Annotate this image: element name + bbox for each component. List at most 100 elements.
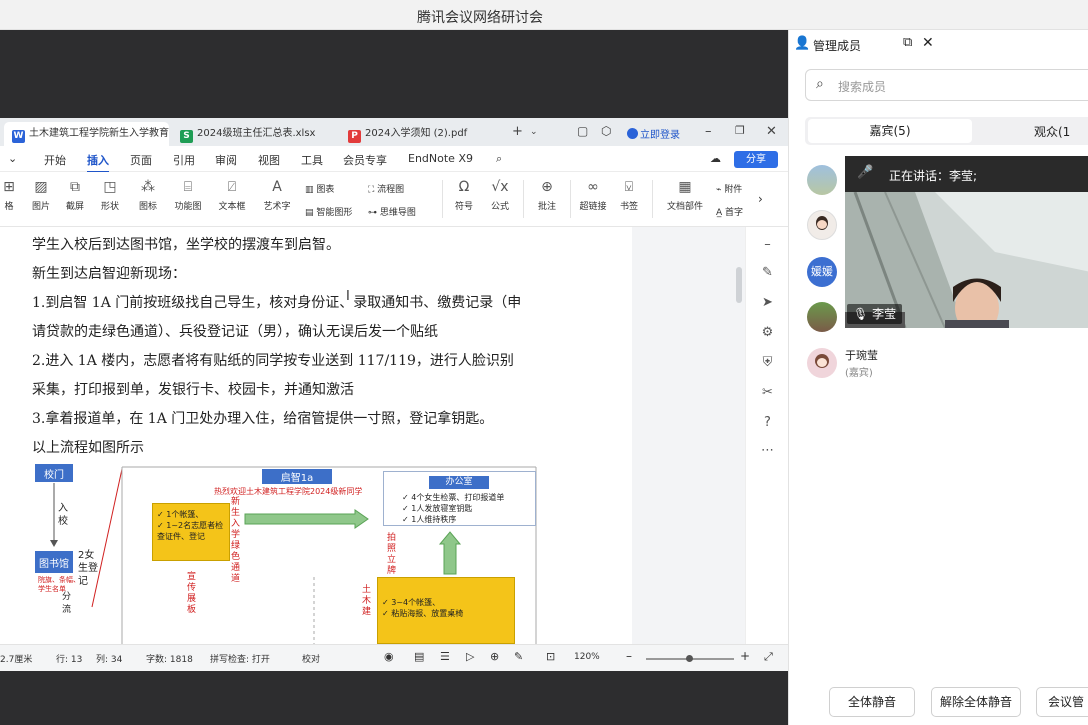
status-words[interactable]: 字数: 1818 [146,652,193,665]
tab-guests[interactable]: 嘉宾(5) [808,119,972,143]
menu-start[interactable]: 开始 [44,152,66,168]
attachment-tool[interactable]: ⌁ 附件 [716,182,742,195]
web-view-icon[interactable]: ⊕ [490,650,499,663]
art-text-tool[interactable]: A 艺术字 [257,172,297,212]
unmute-all-button[interactable]: 解除全体静音 [931,687,1021,717]
zoom-slider[interactable] [646,655,734,662]
speaker-video[interactable]: 🎤 正在讲话：李莹; 🎙 李莹 [845,156,1088,328]
menu-review[interactable]: 审阅 [215,152,237,168]
scrollbar-thumb[interactable] [736,267,742,303]
tab-xlsx[interactable]: S 2024级班主任汇总表.xlsx [172,122,332,146]
search-icon: ⌕ [816,76,824,92]
tab-audience[interactable]: 观众(1 [1034,123,1070,140]
flowchart-library: 图书馆 [35,551,73,573]
layout-icon[interactable]: ▢ [577,124,588,138]
flowchart-office-title: 办公室 [429,476,489,489]
menu-reference[interactable]: 引用 [173,152,195,168]
status-spellcheck[interactable]: 拼写检查: 打开 [210,652,270,665]
icon-tool[interactable]: ⁂ 图标 [134,172,162,212]
avatar[interactable] [807,210,837,240]
panel-title: 管理成员 [813,39,862,53]
settings-sliders-icon[interactable]: ⚙ [759,325,776,340]
textbox-tool[interactable]: ⍁ 文本框 [212,172,252,212]
zoom-out-icon[interactable]: – [626,649,632,663]
status-row: 行: 13 [56,655,83,665]
flowchart-tool[interactable]: ⛶ 流程图 [368,182,404,195]
close-icon[interactable]: ✕ [766,124,777,139]
chart-tool[interactable]: ▥ 图表 [305,182,334,195]
popout-icon[interactable]: ⧉ [903,35,912,50]
member-role: (嘉宾) [845,368,873,379]
restore-icon[interactable]: ❐ [735,124,745,137]
omega-icon: Ω [458,179,470,195]
document-page[interactable]: 学生入校后到达图书馆，坐学校的摆渡车到启智。 新生到达启智迎新现场： 1.到启智… [0,227,632,644]
login-link[interactable]: 立即登录 [627,126,680,141]
menu-endnote[interactable]: EndNote X9 [408,152,473,165]
avatar[interactable] [807,348,837,378]
member-search-input[interactable]: ⌕ 搜索成员 [805,69,1088,101]
zoom-slider-handle[interactable] [686,655,693,662]
help-icon[interactable]: ? [759,415,776,430]
outline-icon[interactable]: ☰ [440,650,450,663]
menu-insert[interactable]: 插入 [87,152,109,173]
zoom-level[interactable]: 120% [574,652,600,662]
function-chart-tool[interactable]: ⌸ 功能图 [168,172,208,212]
video-top-bar: 🎤 正在讲话：李莹; [845,156,1088,192]
meeting-manage-button[interactable]: 会议管 [1036,687,1088,717]
status-proofread[interactable]: 校对 [302,652,320,665]
flowchart-tool-label: 流程图 [377,185,405,195]
formula-tool[interactable]: √x 公式 [484,172,516,212]
play-icon[interactable]: ▷ [466,650,474,663]
pen-icon[interactable]: ✎ [759,265,776,280]
picture-icon: ▨ [34,179,48,195]
share-button[interactable]: 分享 [734,151,778,168]
icons-icon: ⁂ [141,179,155,195]
doc-parts-tool[interactable]: ▦ 文档部件 [660,172,710,212]
mindmap-tool-label: 思维导图 [379,208,416,218]
chevron-down-icon[interactable]: ⌄ [530,127,538,137]
menu-member[interactable]: 会员专享 [343,152,387,168]
collapse-icon[interactable]: – [759,237,776,252]
page-view-icon[interactable]: ▤ [414,650,424,663]
tab-pdf[interactable]: P 2024入学须知 (2).pdf [340,122,502,146]
menu-page[interactable]: 页面 [130,152,152,168]
flowchart-office-item: ✓ 1人发放寝室钥匙 [402,504,473,513]
comment-tool[interactable]: ⊕ 批注 [533,172,561,212]
tools-icon[interactable]: ✂ [759,385,776,400]
edit-icon[interactable]: ✎ [514,650,523,663]
select-icon[interactable]: ➤ [759,295,776,310]
avatar[interactable] [807,165,837,195]
avatar[interactable]: 媛媛 [807,257,837,287]
dropcap-tool[interactable]: A̲ 首字 [716,205,743,218]
mute-all-button[interactable]: 全体静音 [829,687,915,717]
zoom-in-icon[interactable]: + [740,649,750,663]
cube-icon[interactable]: ⬡ [601,124,611,138]
tab-doc[interactable]: W 土木建筑工程学院新生入学教育 [4,122,169,146]
new-tab-icon[interactable]: + [512,124,523,139]
document-scrollbar[interactable] [735,227,743,644]
smart-shape-tool[interactable]: ▤ 智能图形 [305,205,352,218]
more-icon[interactable]: ⋯ [759,443,776,458]
table-tool[interactable]: ⊞ 格 [0,172,18,212]
menu-tools[interactable]: 工具 [301,152,323,168]
search-icon[interactable]: ⌕ [496,152,502,166]
close-panel-icon[interactable]: ✕ [922,35,934,51]
symbol-tool[interactable]: Ω 符号 [448,172,480,212]
fit-icon[interactable]: ⊡ [546,650,555,663]
bookmark-tool[interactable]: ⍌ 书签 [614,172,644,212]
hyperlink-tool[interactable]: ∞ 超链接 [576,172,610,212]
picture-tool[interactable]: ▨ 图片 [26,172,56,212]
comment-icon: ⊕ [541,179,553,195]
shape-tool[interactable]: ◳ 形状 [94,172,126,212]
eye-icon[interactable]: ◉ [384,650,394,663]
chevron-right-icon[interactable]: › [758,192,763,206]
fullscreen-icon[interactable]: ⤢ [764,650,773,664]
avatar[interactable] [807,302,837,332]
shield-icon[interactable]: ⛨ [759,355,776,370]
minimize-icon[interactable]: – [705,124,712,139]
menu-chevron-icon[interactable]: ⌄ [8,152,17,165]
screenshot-tool[interactable]: ⧉ 截屏 [60,172,90,212]
mindmap-tool[interactable]: ⊶ 思维导图 [368,205,416,218]
cloud-icon[interactable]: ☁ [710,152,721,165]
menu-view[interactable]: 视图 [258,152,280,168]
